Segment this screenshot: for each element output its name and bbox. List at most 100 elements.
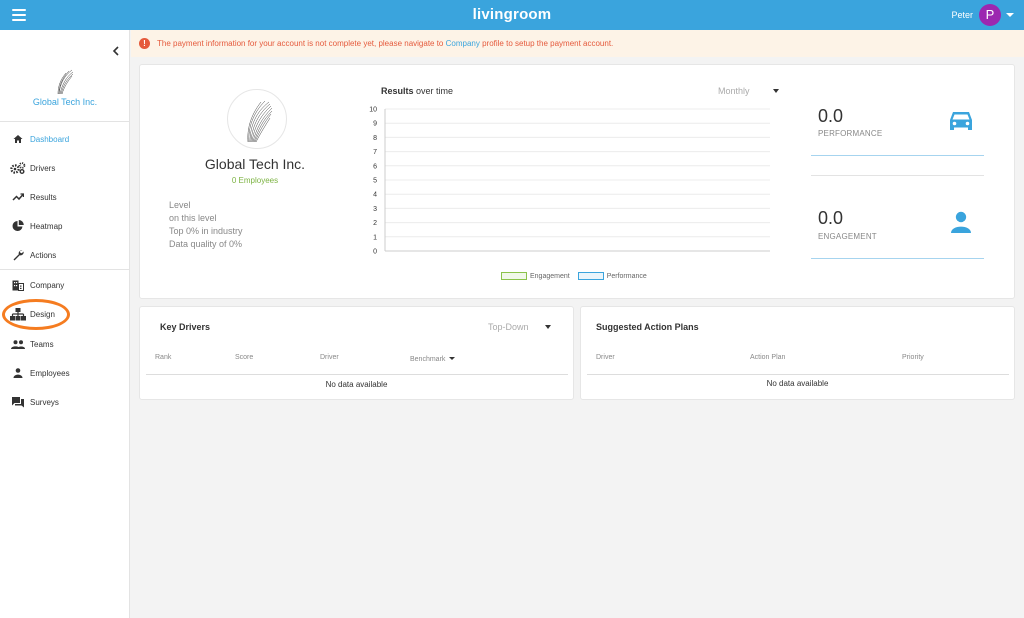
sidebar-item-results[interactable]: Results [0,186,130,208]
table-header-divider [587,374,893,375]
results-chart: 0 1 2 3 4 5 6 7 8 9 10 [369,107,770,256]
y-tick-label: 6 [373,163,377,170]
person-icon [10,366,26,380]
y-tick-label: 4 [373,192,377,199]
legend-label: Performance [606,272,647,280]
company-link[interactable]: Company [446,39,480,48]
dropdown-value: Top-Down [488,322,529,332]
y-tick-label: 8 [373,135,377,142]
y-tick-label: 1 [373,234,377,241]
sidebar-item-actions[interactable]: Actions [0,244,130,266]
sidebar-item-label: Design [30,309,55,319]
period-dropdown[interactable]: Monthly [718,86,779,96]
y-tick-label: 9 [373,121,377,128]
car-icon [948,110,974,137]
person-icon [950,211,972,238]
sidebar-item-label: Heatmap [30,221,63,231]
y-tick-label: 5 [373,178,377,185]
brand-logo: livingroom [472,6,552,23]
exclamation-icon: ! [139,38,150,49]
sidebar-item-label: Teams [30,339,54,349]
column-rank[interactable]: Rank [155,354,171,361]
sidebar-item-label: Company [30,280,65,290]
engagement-value: 0.0 [818,208,844,228]
key-drivers-card: Key Drivers Top-Down Rank Score Driver B… [139,306,574,400]
user-menu[interactable]: Peter P [951,4,1014,26]
performance-value: 0.0 [818,106,844,126]
chevron-down-icon [544,325,551,329]
building-icon [10,278,26,292]
alert-text: The payment information for your account… [157,39,613,48]
period-value: Monthly [718,86,750,96]
top-bar: livingroom Peter P [0,0,1024,30]
sidebar-item-design[interactable]: Design [0,303,130,325]
sidebar-item-label: Actions [30,250,57,260]
people-icon [10,337,26,351]
drivers-view-dropdown[interactable]: Top-Down [488,322,551,332]
performance-label: PERFORMANCE [818,129,883,138]
chevron-down-icon [772,89,779,93]
stat-line: Top 0% in industry [169,226,243,236]
y-tick-label: 7 [373,149,377,156]
chart-legend: Engagement Performance [501,272,655,280]
org-stats: Level on this level Top 0% in industry D… [169,199,243,251]
sidebar-item-employees[interactable]: Employees [0,362,130,384]
column-driver[interactable]: Driver [320,354,339,361]
sidebar-item-heatmap[interactable]: Heatmap [0,215,130,237]
employee-count[interactable]: 0 Employees [180,176,330,185]
stat-line: Level [169,200,191,210]
alert-text-before: The payment information for your account… [157,39,446,48]
y-tick-label: 10 [369,107,377,114]
legend-engagement[interactable]: Engagement [501,272,570,280]
stat-line: Data quality of 0% [169,239,243,249]
sidebar-item-drivers[interactable]: Drivers [0,157,130,179]
divider [0,269,130,270]
sidebar-item-teams[interactable]: Teams [0,333,130,355]
company-logo-icon [50,68,80,96]
sidebar-item-dashboard[interactable]: Dashboard [0,128,130,150]
chevron-down-icon [1006,13,1014,17]
engagement-label: ENGAGEMENT [818,232,877,241]
menu-icon[interactable] [12,9,26,21]
legend-swatch [501,272,527,280]
performance-underline [811,155,984,156]
column-action-plan[interactable]: Action Plan [750,354,785,361]
sidebar-item-surveys[interactable]: Surveys [0,391,130,413]
stat-line: on this level [169,213,217,223]
empty-state: No data available [766,379,829,388]
table-header-divider [893,374,1009,375]
column-priority[interactable]: Priority [902,354,924,361]
sidebar-item-label: Surveys [30,397,59,407]
legend-swatch [577,272,604,280]
sidebar-item-label: Results [30,192,57,202]
y-tick-label: 2 [373,220,377,227]
chart-title-bold: Results [381,86,414,96]
divider [0,121,130,122]
column-driver[interactable]: Driver [596,354,615,361]
chevron-down-icon [449,357,456,360]
empty-state: No data available [325,380,388,389]
legend-performance[interactable]: Performance [577,272,647,280]
trending-up-icon [10,190,26,204]
org-logo [227,89,287,149]
column-benchmark-label: Benchmark [410,356,446,363]
org-chart-icon [10,307,26,321]
wrench-icon [10,248,26,262]
action-plans-card: Suggested Action Plans Driver Action Pla… [580,306,1015,400]
key-drivers-title: Key Drivers [160,322,211,332]
sidebar-item-label: Dashboard [30,134,70,144]
sidebar-item-company[interactable]: Company [0,274,130,296]
payment-alert: ! The payment information for your accou… [131,30,1024,57]
pie-chart-icon [10,219,26,233]
chart-title: Results over time [381,86,453,96]
action-plans-title: Suggested Action Plans [596,322,699,332]
chat-bubbles-icon [10,395,26,409]
alert-text-after: profile to setup the payment account. [479,39,614,48]
column-score[interactable]: Score [235,354,253,361]
sidebar-company-name[interactable]: Global Tech Inc. [0,97,130,107]
org-name: Global Tech Inc. [204,156,306,172]
column-benchmark[interactable]: Benchmark [410,356,456,363]
y-tick-label: 3 [373,206,377,213]
user-name: Peter [951,10,973,20]
chevron-left-icon[interactable] [110,44,122,56]
